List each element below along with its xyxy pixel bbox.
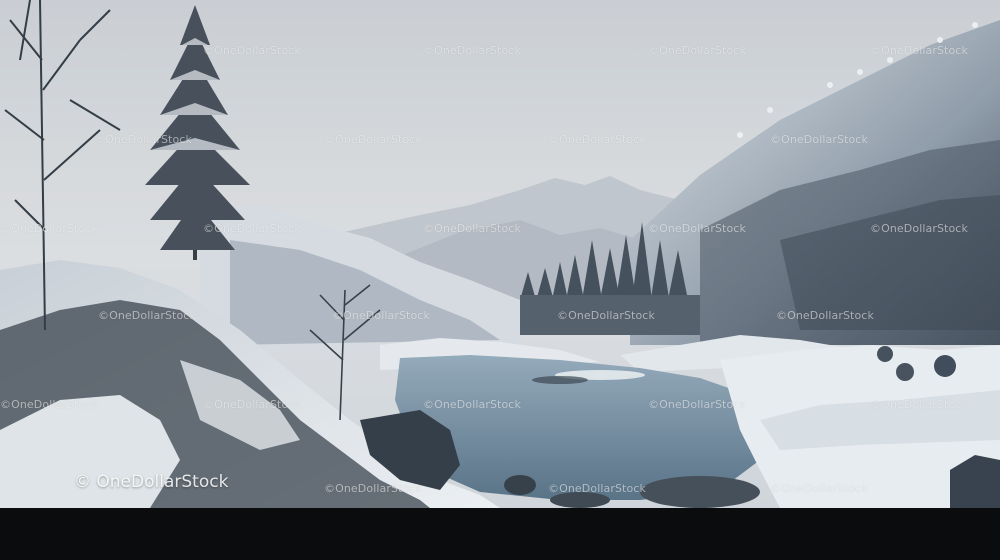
watermark-main: © OneDollarStock	[74, 472, 229, 492]
photo-stage: ©OneDollarStock ©OneDollarStock ©OneDoll…	[0, 0, 1000, 560]
bottom-bar	[0, 508, 1000, 560]
landscape-photo: ©OneDollarStock ©OneDollarStock ©OneDoll…	[0, 0, 1000, 508]
landscape-illustration	[0, 0, 1000, 508]
